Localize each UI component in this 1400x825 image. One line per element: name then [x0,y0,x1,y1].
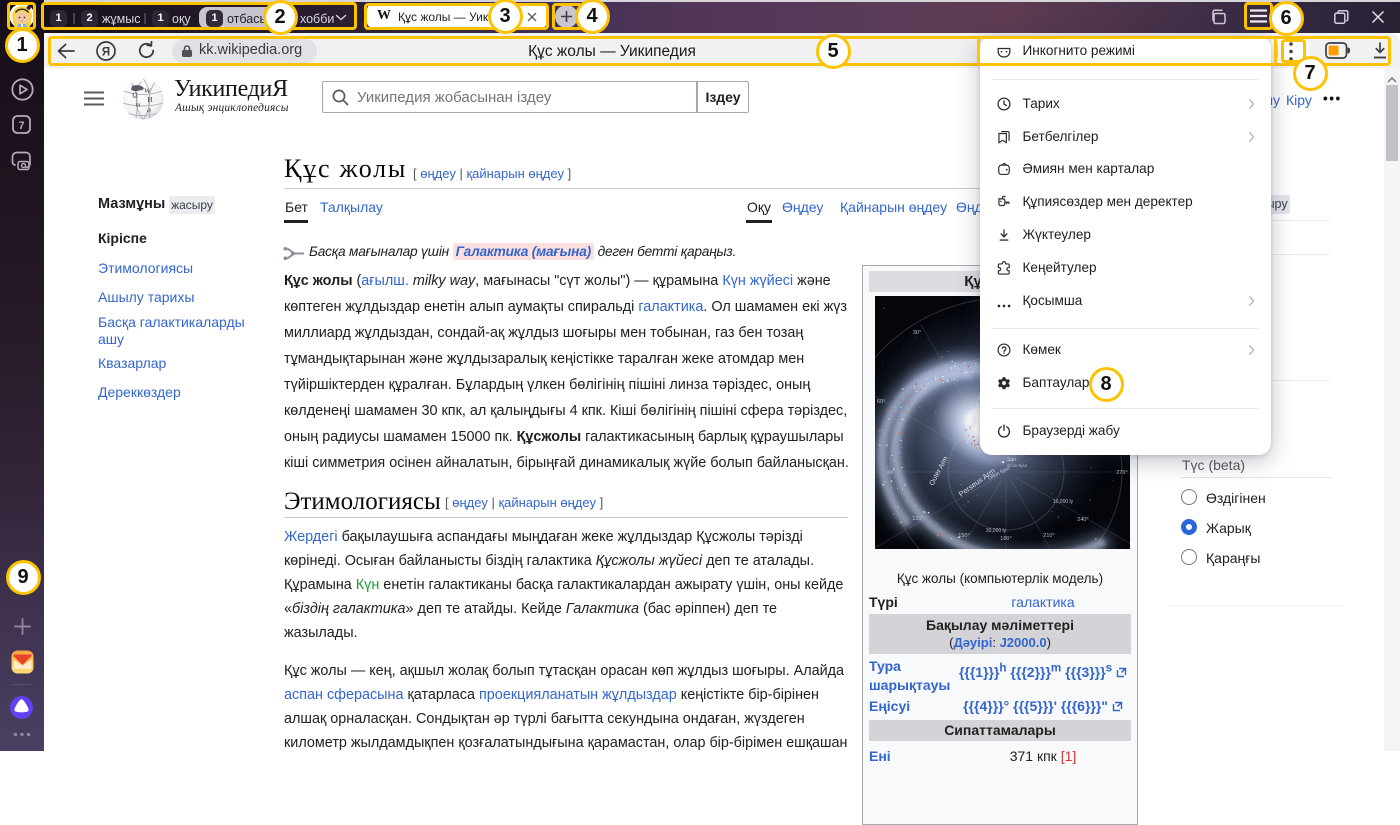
svg-text:30,000 ly: 30,000 ly [986,528,1007,534]
svg-text:150°: 150° [958,533,969,539]
svg-text:7: 7 [18,120,24,132]
svg-text:Orion Spur: Orion Spur [1007,463,1028,468]
svg-text:120°: 120° [912,516,923,522]
svg-text:ш: ш [135,102,140,109]
svg-text:10,000 ly: 10,000 ly [1053,499,1074,505]
svg-text:210°: 210° [1043,533,1054,539]
svg-text:ي: ي [147,107,152,113]
svg-text:240°: 240° [1077,517,1088,523]
svg-text:270°: 270° [1116,470,1127,476]
svg-text:30°: 30° [913,330,921,336]
svg-text:90°: 90° [886,470,894,476]
svg-text:И: И [147,95,153,104]
svg-text:60°: 60° [877,399,885,405]
svg-text:Ω: Ω [132,91,138,100]
svg-text:180°: 180° [1000,536,1011,542]
